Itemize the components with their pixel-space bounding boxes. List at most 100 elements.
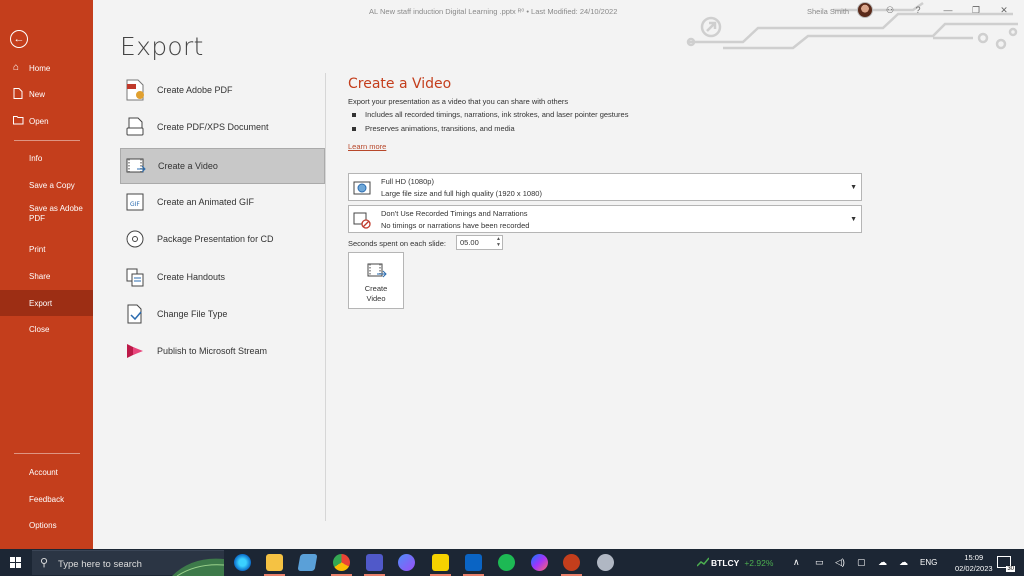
sidebar-item-export[interactable]: Export [0, 290, 93, 316]
minimize-icon[interactable]: — [941, 3, 955, 17]
user-name[interactable]: Sheila Smith [807, 7, 849, 16]
adobe-pdf-icon [126, 79, 144, 101]
last-modified: • Last Modified: 24/10/2022 [526, 7, 618, 16]
sidebar-item-info[interactable]: Info [0, 149, 93, 167]
panel-divider [325, 73, 326, 521]
export-option-package-cd[interactable]: Package Presentation for CD [120, 222, 325, 258]
date: 02/02/2023 [955, 564, 993, 573]
seconds-label: Seconds spent on each slide: [348, 239, 446, 248]
chrome-icon[interactable] [331, 554, 352, 576]
video-icon [126, 158, 146, 173]
gif-icon: GIF [126, 193, 144, 211]
help-icon[interactable]: ? [911, 3, 925, 17]
restore-icon[interactable]: ❐ [969, 3, 983, 17]
messenger-icon[interactable] [531, 554, 548, 571]
spotify-icon[interactable] [498, 554, 515, 571]
sidebar-item-label: Home [29, 63, 51, 73]
sidebar-item-save-as-adobe-pdf[interactable]: Save as Adobe PDF [0, 204, 93, 232]
sidebar-item-feedback[interactable]: Feedback [0, 490, 93, 508]
windows-taskbar: ⚲ Type here to search BTLCY +2.92% ∧ ▭ ◁)… [0, 549, 1024, 576]
pdf-xps-icon [126, 117, 144, 136]
sidebar-item-label: Save as Adobe PDF [29, 204, 83, 223]
sidebar-item-account[interactable]: Account [0, 463, 93, 481]
sidebar-item-open[interactable]: Open [0, 112, 93, 130]
option-label: Create Handouts [157, 272, 226, 282]
dropdown-title: Full HD (1080p) [381, 177, 434, 186]
document-title: AL New staff induction Digital Learning … [369, 7, 618, 16]
sidebar-divider [14, 140, 80, 141]
spinner-arrows-icon[interactable]: ▲ ▼ [496, 236, 501, 248]
option-label: Publish to Microsoft Stream [157, 346, 268, 356]
no-timings-icon [353, 212, 371, 229]
windows-start-icon[interactable] [10, 557, 21, 568]
page-title: Export [120, 32, 204, 61]
sidebar-divider [14, 453, 80, 454]
copilot-icon[interactable] [398, 554, 415, 571]
sidebar-item-label: Export [29, 298, 53, 308]
new-document-icon [13, 88, 24, 99]
learn-more-link[interactable]: Learn more [348, 142, 386, 151]
coauthor-icon[interactable]: ⚇ [883, 3, 897, 17]
export-option-animated-gif[interactable]: GIF Create an Animated GIF [120, 185, 325, 221]
sidebar-item-label: Options [29, 520, 57, 530]
video-quality-dropdown[interactable]: Full HD (1080p) Large file size and full… [348, 173, 862, 201]
option-label: Create an Animated GIF [157, 197, 255, 207]
back-arrow-icon[interactable]: ← [10, 30, 28, 48]
taskbar-clock[interactable]: 15:09 02/02/2023 [955, 552, 993, 574]
saved-indicator: ᴿ⁰ [517, 7, 525, 16]
sidebar-item-print[interactable]: Print [0, 240, 93, 258]
powerpoint-icon[interactable] [561, 554, 582, 576]
language-indicator[interactable]: ENG [920, 558, 937, 567]
export-option-pdf-xps[interactable]: Create PDF/XPS Document [120, 110, 325, 146]
create-video-button[interactable]: Create Video [348, 252, 404, 309]
weather-icon[interactable]: ☁ [899, 557, 908, 568]
sidebar-item-label: Close [29, 324, 50, 334]
notification-count: 30 [1006, 566, 1015, 572]
miro-icon[interactable] [430, 554, 451, 576]
edge-icon[interactable] [234, 554, 251, 571]
close-icon[interactable]: ✕ [997, 3, 1011, 17]
file-explorer-icon[interactable] [264, 554, 285, 576]
export-option-video[interactable]: Create a Video [120, 148, 325, 184]
export-option-adobe-pdf[interactable]: Create Adobe PDF [120, 73, 325, 109]
teams-icon[interactable] [364, 554, 385, 576]
change-file-type-icon [127, 304, 142, 324]
home-icon: ⌂ [13, 62, 20, 73]
export-option-change-file-type[interactable]: Change File Type [120, 297, 325, 333]
export-option-handouts[interactable]: Create Handouts [120, 260, 325, 296]
taskbar-search-input[interactable]: ⚲ Type here to search [32, 550, 224, 576]
stock-ticker[interactable]: BTLCY +2.92% [697, 557, 773, 568]
chevron-up-icon[interactable]: ∧ [793, 557, 800, 568]
sidebar-item-save-a-copy[interactable]: Save a Copy [0, 176, 93, 194]
avatar[interactable] [857, 2, 873, 18]
sidebar-item-label: Feedback [29, 494, 65, 504]
sidebar-item-share[interactable]: Share [0, 267, 93, 285]
sidebar-item-label: Account [29, 467, 58, 477]
panel-bullet: Preserves animations, transitions, and m… [352, 124, 515, 133]
bullet-dot [352, 113, 356, 118]
time: 15:09 [964, 553, 984, 562]
sidebar-item-label: Save a Copy [29, 180, 75, 190]
sidebar-item-options[interactable]: Options [0, 516, 93, 534]
sidebar-item-home[interactable]: ⌂ Home [0, 59, 93, 77]
panel-bullet: Includes all recorded timings, narration… [352, 110, 628, 119]
seconds-per-slide-stepper[interactable]: 05.00 ▲ ▼ [456, 235, 503, 250]
dropdown-subtitle: Large file size and full high quality (1… [381, 189, 542, 198]
outlook-icon[interactable] [463, 554, 484, 576]
title-bar: AL New staff induction Digital Learning … [93, 0, 1024, 22]
bullet-dot [352, 127, 356, 132]
volume-icon[interactable]: ◁) [835, 557, 845, 568]
sidebar-item-new[interactable]: New [0, 85, 93, 103]
battery-icon[interactable]: ▭ [815, 557, 824, 568]
sidebar-item-close[interactable]: Close [0, 320, 93, 338]
timings-dropdown[interactable]: Don't Use Recorded Timings and Narration… [348, 205, 862, 233]
notepad-icon[interactable] [297, 554, 318, 571]
onedrive-icon[interactable]: ☁ [878, 557, 887, 568]
option-label: Package Presentation for CD [157, 234, 274, 244]
snipping-tool-icon[interactable] [597, 554, 614, 571]
notification-icon[interactable]: 30 [997, 556, 1015, 572]
video-icon [367, 263, 387, 278]
export-option-microsoft-stream[interactable]: Publish to Microsoft Stream [120, 334, 325, 370]
cd-icon [126, 230, 144, 248]
network-icon[interactable]: ▢ [857, 557, 866, 568]
